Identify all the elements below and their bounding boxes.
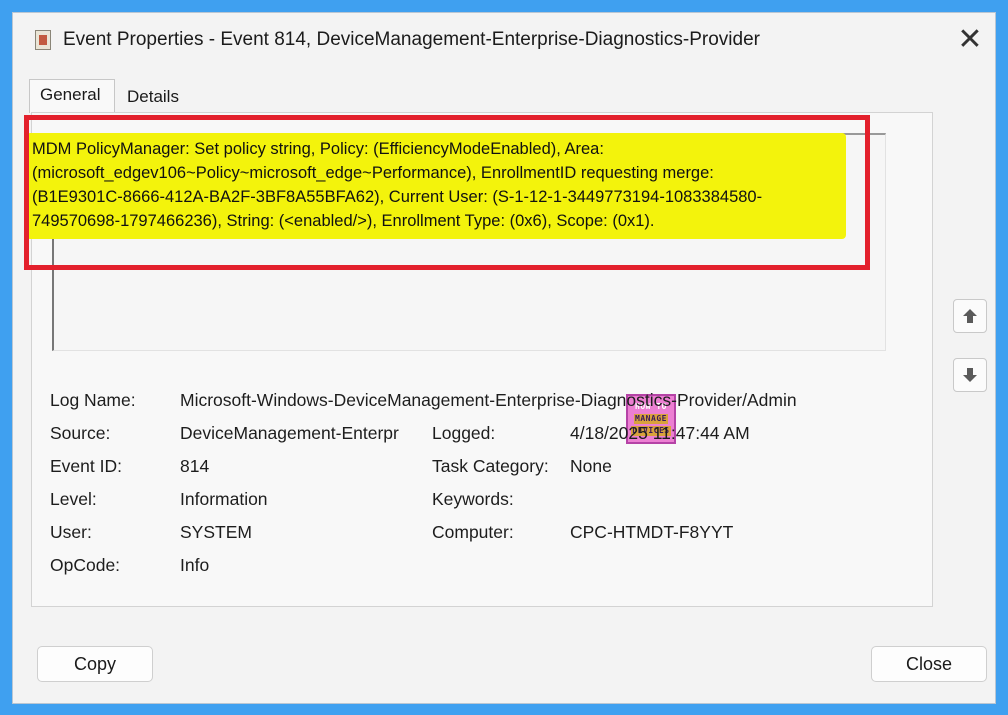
- description-line: (B1E9301C-8666-412A-BA2F-3BF8A55BFA62), …: [32, 188, 763, 206]
- user-label: User:: [50, 522, 92, 542]
- event-id-value[interactable]: 814: [180, 456, 209, 477]
- computer-value[interactable]: CPC-HTMDT-F8YYT: [570, 522, 733, 543]
- keywords-label: Keywords:: [432, 489, 514, 509]
- logged-value[interactable]: 4/18/2025 11:47:44 AM: [570, 423, 750, 444]
- source-label: Source:: [50, 423, 111, 443]
- close-button[interactable]: Close: [871, 646, 987, 682]
- description-line: MDM PolicyManager: Set policy string, Po…: [32, 140, 604, 158]
- description-line: (microsoft_edgev106~Policy~microsoft_edg…: [32, 164, 714, 182]
- opcode-label: OpCode:: [50, 555, 121, 575]
- previous-event-button[interactable]: [953, 299, 987, 333]
- user-value[interactable]: SYSTEM: [180, 522, 252, 543]
- event-description[interactable]: MDM PolicyManager: Set policy string, Po…: [26, 133, 846, 239]
- window-title: Event Properties - Event 814, DeviceMana…: [63, 29, 760, 50]
- description-line: 749570698-1797466236), String: (<enabled…: [32, 212, 655, 230]
- arrow-up-icon: [963, 309, 977, 323]
- event-id-label: Event ID:: [50, 456, 122, 476]
- tab-general[interactable]: General: [29, 79, 115, 113]
- task-category-value[interactable]: None: [570, 456, 612, 477]
- arrow-down-icon: [963, 368, 977, 382]
- next-event-button[interactable]: [953, 358, 987, 392]
- opcode-value[interactable]: Info: [180, 555, 209, 576]
- close-icon[interactable]: ✕: [953, 23, 987, 57]
- source-value[interactable]: DeviceManagement-Enterpr: [180, 423, 420, 444]
- copy-button[interactable]: Copy: [37, 646, 153, 682]
- event-properties-window: Event Properties - Event 814, DeviceMana…: [12, 12, 996, 704]
- level-label: Level:: [50, 489, 97, 509]
- event-viewer-icon: [35, 30, 51, 50]
- title-bar: Event Properties - Event 814, DeviceMana…: [13, 13, 995, 67]
- task-category-label: Task Category:: [432, 456, 549, 476]
- log-name-label: Log Name:: [50, 390, 136, 410]
- computer-label: Computer:: [432, 522, 514, 542]
- logged-label: Logged:: [432, 423, 496, 443]
- log-name-value[interactable]: Microsoft-Windows-DeviceManagement-Enter…: [180, 390, 797, 411]
- level-value[interactable]: Information: [180, 489, 268, 510]
- tab-details[interactable]: Details: [117, 83, 203, 113]
